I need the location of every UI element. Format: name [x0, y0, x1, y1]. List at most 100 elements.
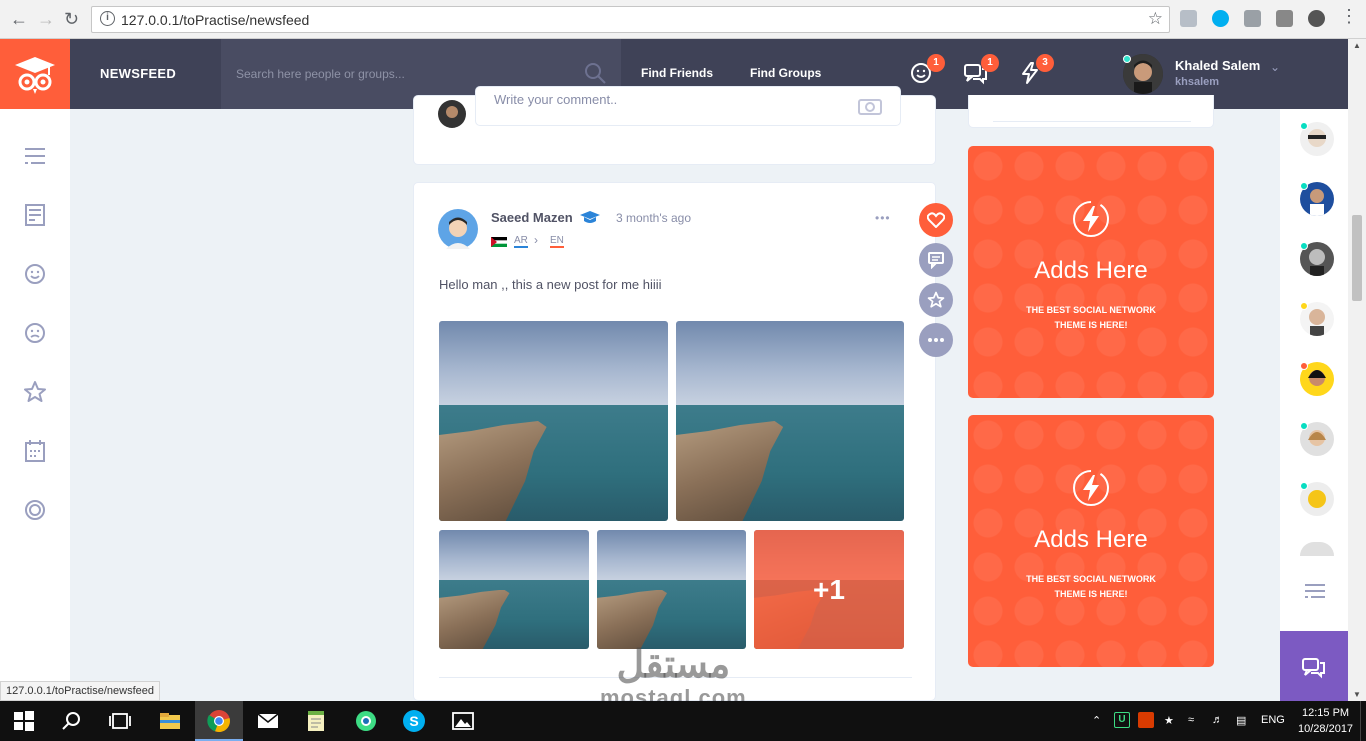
forward-icon[interactable]: → — [37, 9, 55, 30]
tray-chevron-up-icon[interactable]: ⌃ — [1092, 714, 1101, 727]
tray-calendar-icon[interactable] — [1138, 712, 1154, 728]
clock-date: 10/28/2017 — [1298, 723, 1354, 735]
chat-button[interactable] — [1280, 631, 1348, 701]
browser-menu-icon[interactable]: ⋮ — [1340, 6, 1358, 27]
arrow-right-icon: › — [534, 233, 538, 247]
status-url: 127.0.0.1/toPractise/newsfeed — [0, 681, 160, 701]
chevron-down-icon[interactable]: ⌄ — [1270, 60, 1280, 74]
comment-icon — [928, 252, 944, 269]
post-photo[interactable] — [439, 530, 589, 649]
language-indicator[interactable]: ENG — [1261, 714, 1285, 726]
star-icon[interactable] — [23, 380, 47, 404]
notepad-icon[interactable] — [304, 709, 328, 733]
sad-face-icon[interactable] — [23, 321, 47, 345]
address-url[interactable]: 127.0.0.1/toPractise/newsfeed — [121, 12, 309, 28]
search-input[interactable] — [236, 64, 576, 84]
messages-button[interactable]: 1 — [963, 54, 999, 89]
clock-time: 12:15 PM — [1301, 707, 1350, 719]
online-status-dot — [1300, 422, 1308, 430]
ad-title: Adds Here — [1034, 526, 1148, 553]
find-friends-link[interactable]: Find Friends — [641, 66, 713, 80]
target-icon[interactable] — [23, 498, 47, 522]
windows-start-icon[interactable] — [12, 709, 36, 733]
activity-button[interactable]: 3 — [1018, 54, 1054, 89]
find-groups-link[interactable]: Find Groups — [750, 66, 821, 80]
wifi-icon[interactable]: ≈ — [1188, 714, 1194, 726]
page-title: NEWSFEED — [100, 66, 177, 81]
more-actions-button[interactable] — [919, 323, 953, 357]
extension-globe-icon[interactable] — [1308, 10, 1325, 27]
post-time: 3 month's ago — [616, 211, 692, 225]
ad-banner[interactable]: Adds Here THE BEST SOCIAL NETWORK THEME I… — [968, 415, 1214, 667]
task-view-icon[interactable] — [108, 709, 132, 733]
skype-icon[interactable]: S — [402, 709, 426, 733]
comment-button[interactable] — [919, 243, 953, 277]
extension-k-icon[interactable] — [1244, 10, 1261, 27]
online-status-dot — [1300, 122, 1308, 130]
more-photos-count: +1 — [754, 530, 904, 649]
dropbox-icon[interactable] — [1180, 10, 1197, 27]
comment-input[interactable]: Write your comment.. — [475, 86, 901, 126]
lang-from[interactable]: AR — [514, 235, 528, 248]
back-icon[interactable]: ← — [10, 9, 28, 30]
post-author-avatar[interactable] — [438, 209, 478, 249]
photos-icon[interactable] — [451, 709, 475, 733]
favorite-button[interactable] — [919, 283, 953, 317]
watermark-arabic: مستقل — [616, 644, 731, 686]
friend-requests-button[interactable]: 1 — [909, 54, 945, 89]
post-photo[interactable] — [597, 530, 746, 649]
ad-banner[interactable]: Adds Here THE BEST SOCIAL NETWORK THEME I… — [968, 146, 1214, 398]
online-status-dot — [1300, 182, 1308, 190]
show-desktop-button[interactable] — [1360, 701, 1366, 741]
page-scrollbar[interactable]: ▲ ▼ — [1348, 39, 1366, 701]
user-handle: khsalem — [1175, 76, 1220, 88]
lang-to[interactable]: EN — [550, 235, 564, 248]
post-photo[interactable] — [676, 321, 904, 521]
search-icon[interactable] — [583, 61, 607, 85]
calendar-icon[interactable] — [23, 439, 47, 463]
skype-extension-icon[interactable] — [1212, 10, 1229, 27]
action-center-icon[interactable]: ▤ — [1236, 714, 1246, 727]
menu-lines-icon[interactable] — [1304, 582, 1326, 600]
svg-text:S: S — [409, 713, 418, 729]
search-icon[interactable] — [60, 709, 84, 733]
chrome-icon — [207, 710, 230, 733]
address-bar[interactable]: i 127.0.0.1/toPractise/newsfeed ☆ — [91, 6, 1170, 33]
reload-icon[interactable]: ↻ — [64, 9, 79, 30]
owl-logo-icon — [15, 57, 55, 94]
info-icon[interactable]: i — [100, 11, 115, 26]
mail-icon[interactable] — [256, 709, 280, 733]
tray-app-icon[interactable]: U — [1114, 712, 1130, 728]
post-photo[interactable] — [439, 321, 668, 521]
bookmark-star-icon[interactable]: ☆ — [1148, 9, 1163, 29]
post-author[interactable]: Saeed Mazen — [491, 210, 573, 225]
file-explorer-icon[interactable] — [158, 709, 182, 733]
graduation-cap-icon — [580, 211, 600, 223]
chrome-taskbar-item[interactable] — [195, 701, 243, 741]
scrollbar-thumb[interactable] — [1352, 215, 1362, 301]
dots-icon — [928, 338, 944, 342]
friend-avatar[interactable] — [1300, 542, 1334, 556]
more-photos-tile[interactable]: +1 — [754, 530, 904, 649]
newsfeed-icon[interactable] — [23, 203, 47, 227]
camera-icon[interactable] — [858, 95, 882, 115]
busy-status-dot — [1300, 362, 1308, 370]
commenter-avatar — [438, 100, 466, 128]
menu-lines-icon[interactable] — [23, 144, 47, 168]
chat-bubbles-icon — [1302, 658, 1325, 679]
volume-icon[interactable]: ♬ — [1212, 714, 1223, 726]
smiley-icon[interactable] — [23, 262, 47, 286]
cast-icon[interactable] — [1276, 10, 1293, 27]
comment-placeholder: Write your comment.. — [494, 92, 618, 107]
star-icon — [927, 291, 945, 308]
android-studio-icon[interactable] — [354, 709, 378, 733]
taskbar-clock[interactable]: 12:15 PM 10/28/2017 — [1298, 705, 1353, 737]
like-button[interactable] — [919, 203, 953, 237]
online-status-dot — [1123, 55, 1131, 63]
tray-network-icon[interactable]: ★ — [1164, 714, 1174, 727]
post-menu-icon[interactable]: ••• — [875, 211, 891, 225]
user-name[interactable]: Khaled Salem — [1175, 58, 1260, 73]
flag-icon — [491, 237, 507, 247]
logo[interactable] — [0, 39, 70, 109]
away-status-dot — [1300, 302, 1308, 310]
